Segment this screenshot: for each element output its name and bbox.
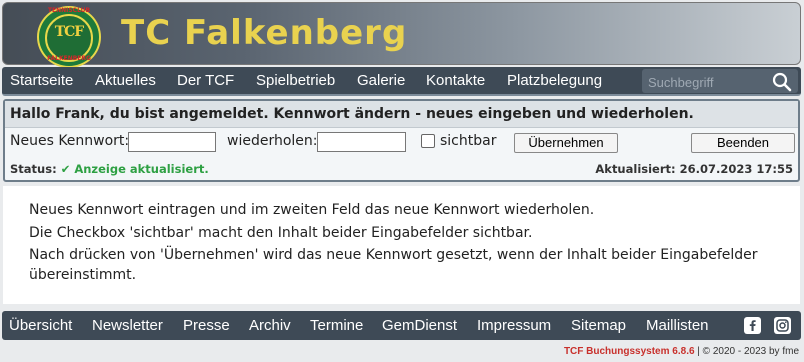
club-logo[interactable]: TENNISCLUB TCF FALKENBERG <box>37 6 101 68</box>
logout-button[interactable]: Beenden <box>691 133 795 153</box>
footer-item-termine[interactable]: Termine <box>310 317 363 334</box>
footer-item-impressum[interactable]: Impressum <box>477 317 551 334</box>
nav-item-kontakte[interactable]: Kontakte <box>426 72 485 89</box>
repeat-password-field[interactable] <box>317 132 406 152</box>
facebook-icon[interactable] <box>744 317 761 334</box>
repeat-password-label: wiederholen: <box>227 133 318 149</box>
footer-item-maillisten[interactable]: Maillisten <box>646 317 709 334</box>
footer-item-gemdienst[interactable]: GemDienst <box>382 317 457 334</box>
status-ok-text: ✔ Anzeige aktualisiert. <box>60 162 209 176</box>
footer-item-presse[interactable]: Presse <box>183 317 230 334</box>
site-title: TC Falkenberg <box>121 13 408 53</box>
nav-item-der-tcf[interactable]: Der TCF <box>177 72 234 89</box>
updated-timestamp: Aktualisiert: 26.07.2023 17:55 <box>595 162 793 176</box>
nav-item-aktuelles[interactable]: Aktuelles <box>95 72 156 89</box>
apply-button[interactable]: Übernehmen <box>514 133 618 153</box>
instagram-icon[interactable] <box>774 317 791 334</box>
copyright: TCF Buchungssystem 6.8.6 | © 2020 - 2023… <box>564 346 799 357</box>
visible-checkbox-label: sichtbar <box>440 133 497 149</box>
search-icon[interactable] <box>772 72 792 92</box>
greeting-bar: Hallo Frank, du bist angemeldet. Kennwor… <box>5 101 798 128</box>
footer-item-uebersicht[interactable]: Übersicht <box>9 317 72 334</box>
visible-checkbox[interactable] <box>421 134 435 148</box>
nav-item-platzbelegung[interactable]: Platzbelegung <box>507 72 602 89</box>
copyright-brand[interactable]: TCF Buchungssystem 6.8.6 <box>564 346 695 357</box>
search-box <box>642 69 798 93</box>
nav-item-startseite[interactable]: Startseite <box>10 72 73 89</box>
logo-monogram: TCF <box>54 24 85 40</box>
search-input[interactable] <box>646 72 770 92</box>
main-nav: Startseite Aktuelles Der TCF Spielbetrie… <box>2 67 801 96</box>
footer-item-newsletter[interactable]: Newsletter <box>92 317 163 334</box>
logo-top-text: TENNISCLUB <box>47 7 91 14</box>
logo-bottom-text: FALKENBERG <box>47 55 91 62</box>
new-password-label: Neues Kennwort: <box>10 133 130 149</box>
footer-item-sitemap[interactable]: Sitemap <box>571 317 626 334</box>
help-line-3: Nach drücken von 'Übernehmen' wird das n… <box>29 247 758 283</box>
nav-item-spielbetrieb[interactable]: Spielbetrieb <box>256 72 335 89</box>
status-label: Status: <box>10 162 57 176</box>
password-panel: Hallo Frank, du bist angemeldet. Kennwor… <box>3 99 800 182</box>
nav-item-galerie[interactable]: Galerie <box>357 72 405 89</box>
copyright-text: | © 2020 - 2023 by fme <box>694 346 799 357</box>
status-line: Status: ✔ Anzeige aktualisiert. <box>10 162 209 176</box>
footer-nav: Übersicht Newsletter Presse Archiv Termi… <box>2 311 801 340</box>
help-line-2: Die Checkbox 'sichtbar' macht den Inhalt… <box>29 225 533 241</box>
new-password-field[interactable] <box>128 132 216 152</box>
greeting-text: Hallo Frank, du bist angemeldet. Kennwor… <box>10 106 694 122</box>
site-header: TENNISCLUB TCF FALKENBERG TC Falkenberg <box>2 2 801 68</box>
help-line-1: Neues Kennwort eintragen und im zweiten … <box>29 202 595 218</box>
footer-item-archiv[interactable]: Archiv <box>249 317 291 334</box>
help-content: Neues Kennwort eintragen und im zweiten … <box>3 186 800 304</box>
